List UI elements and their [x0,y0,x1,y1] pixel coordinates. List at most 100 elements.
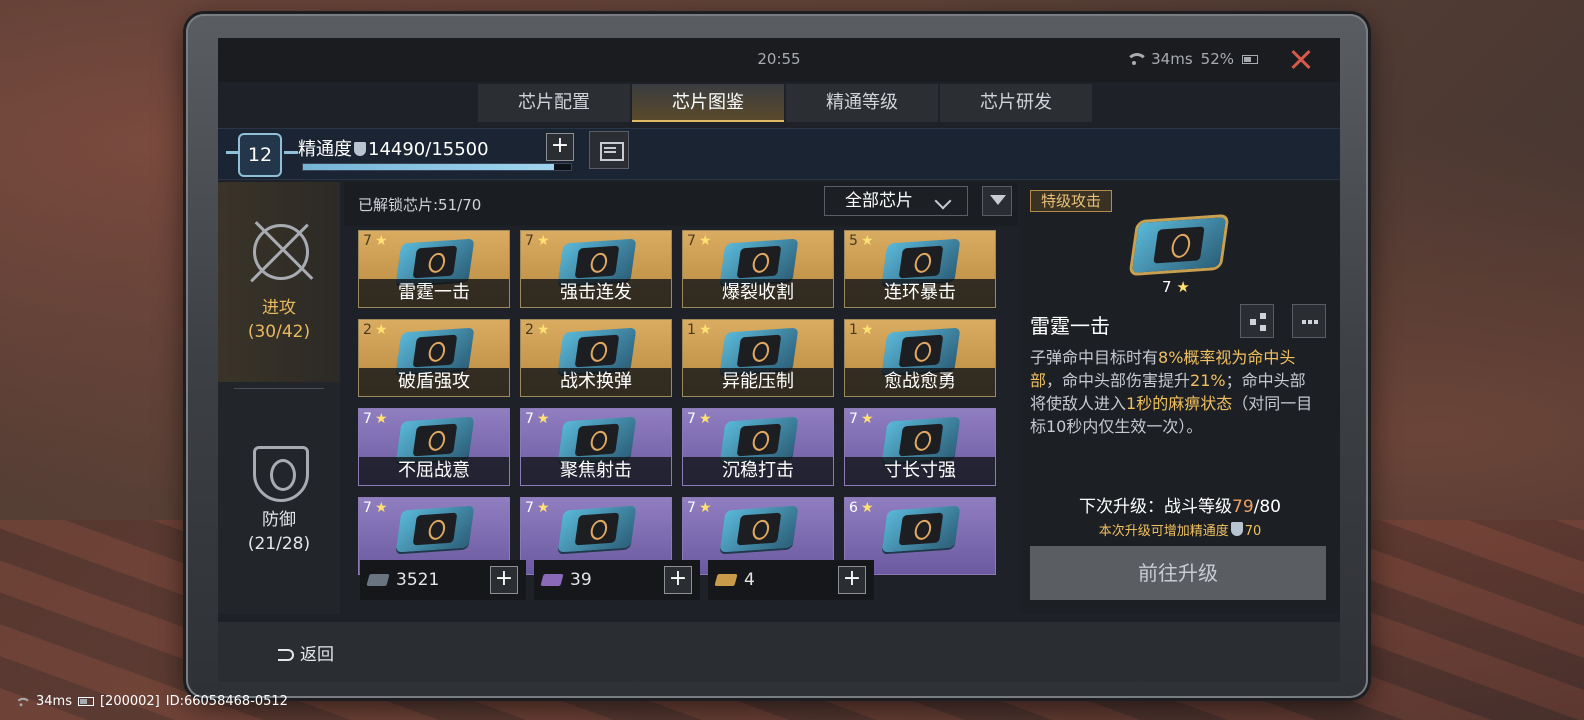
chip-card-name: 聚焦射击 [521,457,671,485]
resource-value: 3521 [396,570,440,590]
chip-star-count: 1 [687,322,696,338]
category-divider [234,388,324,389]
more-icon[interactable] [1292,304,1326,338]
category-attack[interactable]: 进攻 (30/42) [218,182,340,382]
description-text: ，命中头部伤害提升 [1046,371,1191,390]
chip-star-count: 7 [363,411,372,427]
star-icon: ★ [375,411,388,427]
chip-detail-panel: 特级攻击 7 ★ 雷霆一击 子弹命中目标时有8%概率视为命中头部，命中头部伤害提… [1020,182,1340,614]
back-label: 返回 [300,645,334,665]
tree-icon[interactable] [1240,304,1274,338]
battery-value: 52% [1200,50,1234,68]
category-defense-name: 防御 [262,510,296,530]
shield-icon [354,142,366,156]
chip-icon [395,505,475,553]
resource-value: 4 [744,570,755,590]
tab-mastery-level[interactable]: 精通等级 [786,84,938,122]
tab-chip-config[interactable]: 芯片配置 [478,84,630,122]
add-resource-button[interactable]: + [838,566,866,594]
overlay-id: ID:66058468-0512 [165,694,288,709]
chip-card[interactable]: 7 ★ 强击连发 [520,230,672,308]
chip-grid: 7 ★ 雷霆一击 7 ★ 强击连发 7 ★ 爆裂收割 5 ★ 连环暴击 2 ★ 破盾强攻 2 ★ 战术换弹 1 ★ 异能… [358,230,998,586]
chip-star-count: 6 [849,500,858,516]
overlay-status: 34ms [200002] ID:66058468-0512 [12,694,288,709]
silver-chip-icon [366,574,390,586]
chip-card[interactable]: 7 ★ 沉稳打击 [682,408,834,486]
star-icon: ★ [861,322,874,338]
chip-card[interactable]: 1 ★ 异能压制 [682,319,834,397]
chip-name: 雷霆一击 [1030,314,1110,338]
tab-chip-gallery[interactable]: 芯片图鉴 [632,84,784,122]
chip-card[interactable]: 5 ★ 连环暴击 [844,230,996,308]
chip-description: 子弹命中目标时有8%概率视为命中头部，命中头部伤害提升21%；命中头部将使敌人进… [1030,346,1320,438]
chip-star-count: 7 [849,411,858,427]
overlay-ping: 34ms [36,694,72,709]
grid-header: 已解锁芯片:51/70 全部芯片 [344,182,1018,226]
chip-star-count: 2 [525,322,534,338]
go-upgrade-button[interactable]: 前往升级 [1030,546,1326,600]
category-attack-count: (30/42) [247,322,311,342]
add-mastery-button[interactable]: + [546,133,574,161]
chip-card[interactable]: 2 ★ 战术换弹 [520,319,672,397]
chip-star-count: 7 [687,411,696,427]
category-defense[interactable]: 防御 (21/28) [218,402,340,602]
tab-chip-research[interactable]: 芯片研发 [940,84,1092,122]
star-icon: ★ [861,233,874,249]
wifi-icon [15,697,31,706]
chip-card[interactable]: 7 ★ 爆裂收割 [682,230,834,308]
chip-filter-dropdown[interactable]: 全部芯片 [824,186,968,216]
add-resource-button[interactable]: + [490,566,518,594]
category-defense-label: 防御 (21/28) [218,508,340,556]
chip-card-name: 连环暴击 [845,279,995,307]
chevron-down-icon [934,192,952,210]
next-upgrade: 下次升级：战斗等级79/80 [1020,492,1340,517]
chip-card[interactable]: 7 ★ 雷霆一击 [358,230,510,308]
chip-star-count: 7 [525,233,534,249]
star-icon: ★ [375,322,388,338]
chip-card-name: 寸长寸强 [845,457,995,485]
mastery-value: 14490/15500 [368,139,489,160]
filter-icon[interactable] [982,186,1012,216]
add-resource-button[interactable]: + [664,566,692,594]
star-icon: ★ [699,233,712,249]
mastery-progress-bar [302,163,572,171]
star-icon: ★ [537,233,550,249]
chip-star-count: 7 [687,233,696,249]
chip-card[interactable]: 7 ★ 聚焦射击 [520,408,672,486]
chip-card[interactable]: 2 ★ 破盾强攻 [358,319,510,397]
category-panel: 进攻 (30/42) 防御 (21/28) [218,182,340,614]
resource-purple: 39 + [534,560,700,600]
purple-chip-icon [540,574,564,586]
chip-card-name: 沉稳打击 [683,457,833,485]
star-icon: ★ [699,322,712,338]
description-highlight: 1秒的麻痹状态 [1126,394,1233,413]
category-attack-name: 进攻 [262,298,296,318]
chip-screen: 20:55 34ms 52% 芯片配置 芯片图鉴 精通等级 芯片研发 12 精通… [218,38,1340,682]
chip-card[interactable]: 7 ★ 寸长寸强 [844,408,996,486]
rarity-badge: 特级攻击 [1030,190,1113,212]
star-icon: ★ [861,500,874,516]
mastery-info-icon[interactable] [589,131,629,169]
close-icon[interactable] [1286,44,1316,74]
star-icon: ★ [537,322,550,338]
chip-card-name: 强击连发 [521,279,671,307]
resource-value: 39 [570,570,592,590]
mastery-level-badge: 12 [238,133,282,177]
chip-star-count: 7 [363,500,372,516]
chip-card[interactable]: 7 ★ 不屈战意 [358,408,510,486]
description-text: 子弹命中目标时有 [1030,348,1159,367]
upgrade-bonus-value: 70 [1244,524,1262,539]
resource-silver: 3521 + [360,560,526,600]
unlocked-count: 已解锁芯片:51/70 [358,196,482,214]
star-icon: ★ [699,500,712,516]
chip-card-name: 不屈战意 [359,457,509,485]
back-button[interactable]: 返回 [278,640,334,665]
chip-star-count: 5 [849,233,858,249]
chip-card-name: 爆裂收割 [683,279,833,307]
detail-star-count: 7 [1162,278,1172,296]
category-defense-count: (21/28) [247,534,311,554]
chip-card[interactable]: 1 ★ 愈战愈勇 [844,319,996,397]
category-attack-label: 进攻 (30/42) [218,296,340,344]
chip-icon [719,505,799,553]
chip-star-count: 1 [849,322,858,338]
